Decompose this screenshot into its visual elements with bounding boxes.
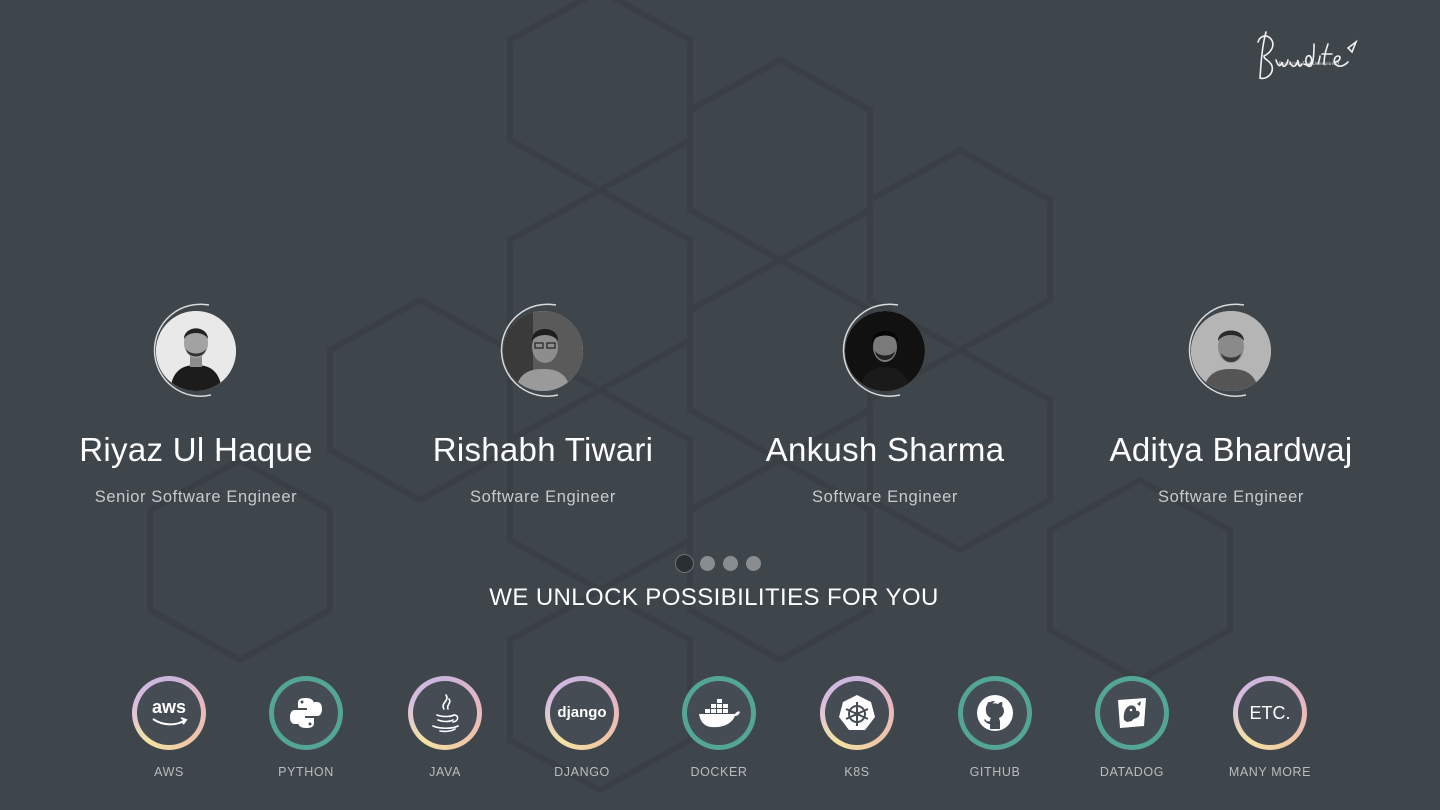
tech-item-django[interactable]: django DJANGO [537, 676, 627, 786]
member-name: Rishabh Tiwari [432, 431, 654, 468]
avatar-frame [494, 302, 592, 400]
tech-item-datadog[interactable]: DATADOG [1087, 676, 1177, 786]
tech-label: AWS [154, 765, 184, 779]
tech-item-k8s[interactable]: K8S [812, 676, 902, 786]
avatar [156, 311, 236, 391]
carousel-pagination [675, 554, 765, 574]
tech-ring: aws [132, 676, 206, 750]
tech-label: PYTHON [278, 765, 334, 779]
tech-item-github[interactable]: GITHUB [950, 676, 1040, 786]
svg-text:ETC.: ETC. [1249, 703, 1290, 723]
etc-icon: ETC. [1249, 703, 1290, 723]
tech-label: JAVA [429, 765, 461, 779]
tech-ring [269, 676, 343, 750]
github-icon [977, 695, 1013, 731]
python-icon [290, 698, 322, 728]
tech-ring [958, 676, 1032, 750]
team-carousel: Riyaz Ul Haque Senior Software Engineer … [0, 300, 1440, 530]
logo-tagline: Exploring The Unexplored [1278, 62, 1340, 67]
carousel-dot-4[interactable] [746, 556, 761, 571]
carousel-dot-2[interactable] [700, 556, 715, 571]
brudite-logo[interactable] [1252, 26, 1360, 84]
tech-label: K8S [844, 765, 870, 779]
carousel-dot-3[interactable] [723, 556, 738, 571]
avatar [1191, 311, 1271, 391]
carousel-dot-1[interactable] [675, 554, 694, 573]
tech-item-docker[interactable]: DOCKER [674, 676, 764, 786]
tech-label: DJANGO [554, 765, 610, 779]
member-name: Ankush Sharma [765, 431, 1005, 468]
kubernetes-icon [839, 695, 875, 730]
tech-ring: django [545, 676, 619, 750]
avatar-frame [836, 302, 934, 400]
tech-ring [1095, 676, 1169, 750]
member-name: Riyaz Ul Haque [79, 431, 313, 468]
tech-item-many-more[interactable]: ETC. MANY MORE [1225, 676, 1315, 786]
member-role: Senior Software Engineer [94, 488, 298, 506]
member-role: Software Engineer [812, 488, 958, 506]
tech-ring [408, 676, 482, 750]
avatar-frame [1182, 302, 1280, 400]
datadog-icon [1118, 698, 1146, 728]
tech-ring: ETC. [1233, 676, 1307, 750]
tech-label: GITHUB [969, 765, 1021, 779]
member-name: Aditya Bhardwaj [1109, 431, 1353, 468]
docker-icon [699, 699, 740, 728]
tech-ring [682, 676, 756, 750]
django-icon: django [557, 704, 606, 721]
svg-text:django: django [557, 704, 606, 721]
member-role: Software Engineer [1158, 488, 1304, 506]
java-icon [432, 694, 459, 733]
tech-label: DATADOG [1099, 765, 1165, 779]
section-headline: WE UNLOCK POSSIBILITIES FOR YOU [489, 584, 939, 611]
tech-item-java[interactable]: JAVA [400, 676, 490, 786]
tech-ring [820, 676, 894, 750]
avatar [503, 311, 583, 391]
tech-label: DOCKER [690, 765, 748, 779]
avatar-frame [147, 302, 245, 400]
tech-item-python[interactable]: PYTHON [261, 676, 351, 786]
svg-text:aws: aws [152, 697, 186, 717]
tech-item-aws[interactable]: aws AWS [124, 676, 214, 786]
tech-label: MANY MORE [1228, 765, 1312, 779]
member-role: Software Engineer [470, 488, 616, 506]
avatar [845, 311, 925, 391]
aws-icon: aws [152, 697, 188, 726]
